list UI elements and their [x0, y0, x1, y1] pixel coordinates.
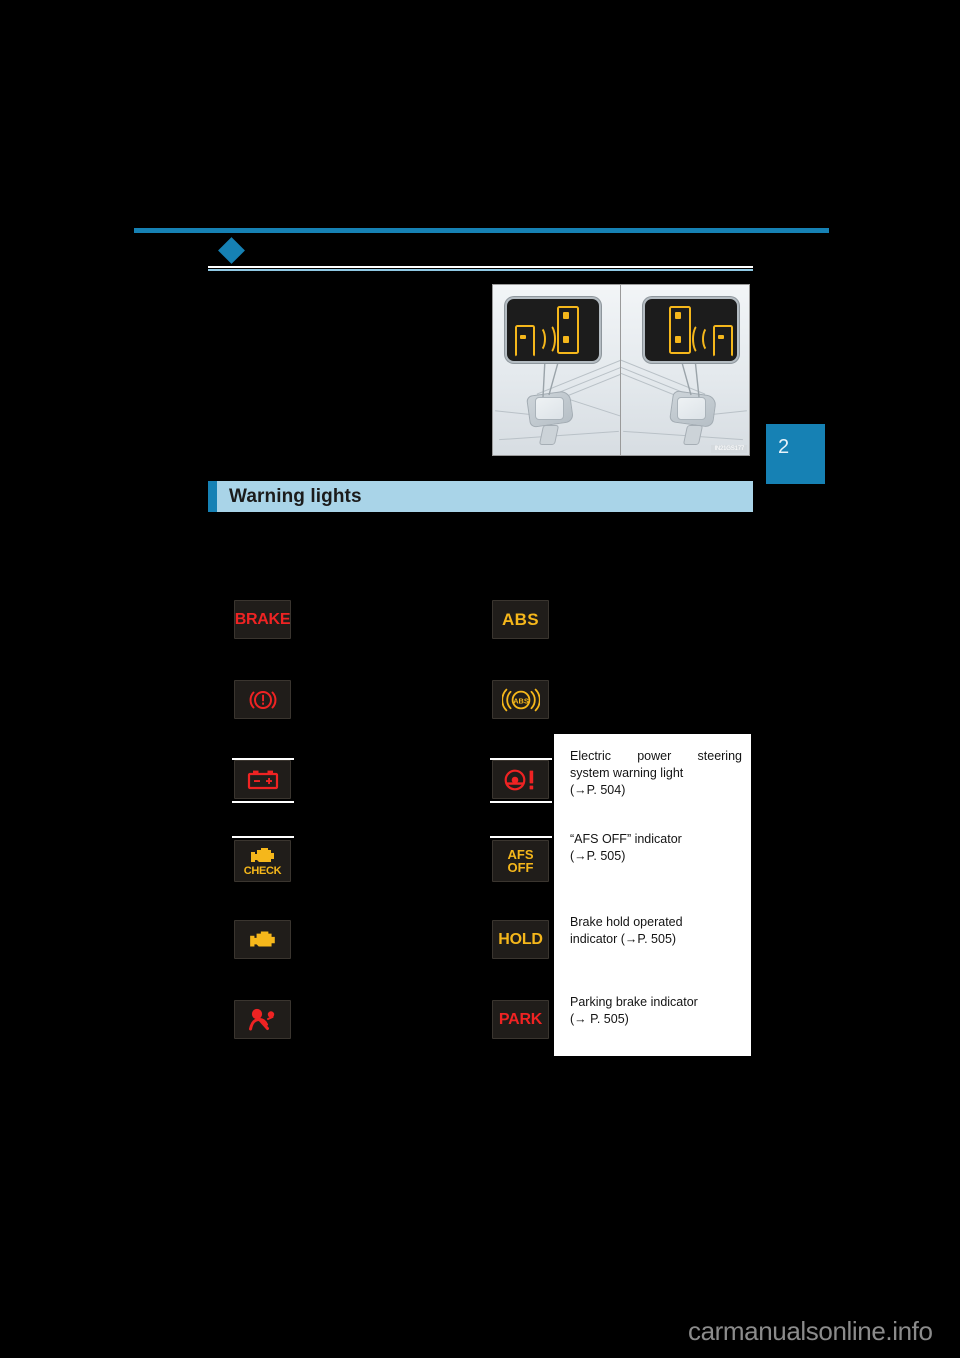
- parking-brake-indicator-icon: PARK: [492, 1000, 549, 1039]
- brake-warning-light-label: BRAKE: [234, 610, 291, 628]
- blind-spot-monitor-illustration: IN21GS177: [492, 284, 750, 456]
- park-line-1: Parking brake indicator: [570, 995, 698, 1009]
- check-engine-label: CHECK: [243, 864, 282, 877]
- underline-lower: [208, 269, 753, 271]
- table-rule: [490, 801, 552, 803]
- own-vehicle-dot-top: [675, 312, 681, 319]
- section-title: Warning lights: [229, 485, 362, 507]
- power-steering-glyph: [504, 769, 533, 790]
- approaching-vehicle-dot: [520, 335, 526, 339]
- chapter-tab: 2: [766, 424, 825, 484]
- table-rule: [232, 836, 294, 838]
- engine-glyph: [250, 847, 274, 862]
- subsection-underline: [208, 266, 753, 272]
- radar-wave-outer-icon: [540, 323, 556, 355]
- afs-off-label: AFS OFF: [507, 847, 534, 875]
- parking-brake-entry: Parking brake indicator (→ P. 505): [570, 994, 742, 1028]
- charging-system-battery-light-icon: [234, 760, 291, 799]
- radar-wave-outer-icon: [692, 323, 708, 355]
- hold-line-2: indicator (→P. 505): [570, 932, 677, 946]
- svg-text:ABS: ABS: [513, 696, 529, 705]
- parking-brake-label: PARK: [498, 1010, 543, 1028]
- eps-line-1: Electric power steering: [570, 749, 742, 763]
- abs-circle-waves-light-icon: ABS: [492, 680, 549, 719]
- engine-glyph: [249, 931, 275, 947]
- illustration-code: IN21GS177: [711, 445, 747, 453]
- malfunction-indicator-lamp-icon: [234, 920, 291, 959]
- own-vehicle-dot-bottom: [563, 336, 569, 343]
- brake-hold-operated-indicator-icon: HOLD: [492, 920, 549, 959]
- table-rule: [232, 801, 294, 803]
- abs-warning-light-icon: ABS: [492, 600, 549, 639]
- illustration-panel-right: IN21GS177: [621, 285, 749, 455]
- afs-off-indicator-icon: AFS OFF: [492, 840, 549, 882]
- section-heading-band: Warning lights: [208, 481, 753, 512]
- chapter-number: 2: [778, 436, 790, 458]
- brake-hold-label: HOLD: [498, 930, 543, 948]
- section-band-accent: [208, 481, 217, 512]
- page-top-rule: [134, 228, 829, 233]
- underline-upper: [208, 266, 753, 268]
- brake-system-circle-exclamation-light-icon: [234, 680, 291, 719]
- afs-line-1: “AFS OFF” indicator: [570, 832, 682, 846]
- diamond-bullet-icon: [218, 237, 245, 264]
- hold-line-1: Brake hold operated: [570, 915, 683, 929]
- right-mirror-indicator-callout: [643, 297, 739, 363]
- airbag-glyph: [248, 1008, 274, 1031]
- check-engine-light-icon: CHECK: [234, 840, 291, 882]
- eps-line-3: (→P. 504): [570, 783, 626, 797]
- approaching-vehicle-icon: [713, 325, 733, 357]
- table-rule: [490, 836, 552, 838]
- afs-line-2: (→P. 505): [570, 849, 626, 863]
- brake-warning-light-icon: BRAKE: [234, 600, 291, 639]
- abs-warning-light-label: ABS: [501, 609, 540, 629]
- afs-off-entry: “AFS OFF” indicator (→P. 505): [570, 831, 742, 865]
- site-watermark: carmanualsonline.info: [688, 1316, 933, 1346]
- brake-system-glyph: [249, 690, 276, 709]
- eps-line-2: system warning light: [570, 766, 684, 780]
- electric-power-steering-entry: Electric power steering system warning l…: [570, 748, 742, 799]
- park-line-2: (→ P. 505): [570, 1012, 629, 1026]
- own-vehicle-dot-top: [563, 312, 569, 319]
- electric-power-steering-warning-light-icon: [492, 760, 549, 799]
- left-mirror-indicator-callout: [505, 297, 601, 363]
- abs-waves-glyph: ABS: [501, 688, 540, 711]
- own-vehicle-dot-bottom: [675, 336, 681, 343]
- illustration-panel-left: [493, 285, 621, 455]
- approaching-vehicle-dot: [718, 335, 724, 339]
- srs-airbag-warning-light-icon: [234, 1000, 291, 1039]
- indicator-description-panel: Electric power steering system warning l…: [554, 734, 751, 1056]
- battery-glyph: [247, 770, 278, 789]
- brake-hold-entry: Brake hold operated indicator (→P. 505): [570, 914, 742, 948]
